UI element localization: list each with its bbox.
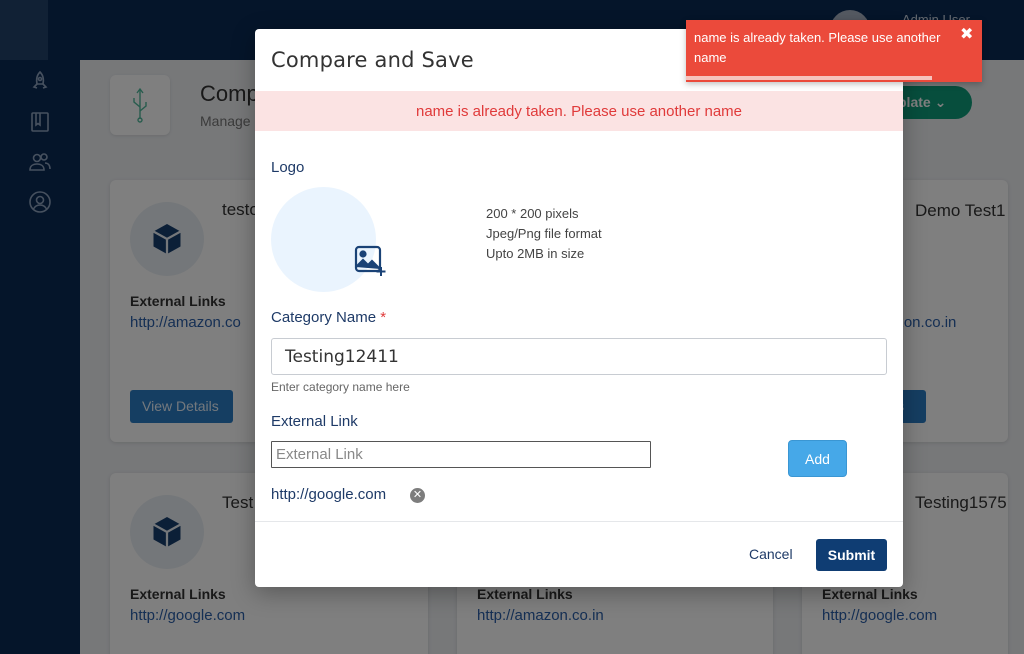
footer-divider xyxy=(255,521,903,522)
external-link-label: External Link xyxy=(271,413,358,430)
logo-spec-size: Upto 2MB in size xyxy=(486,246,585,261)
cancel-button[interactable]: Cancel xyxy=(749,546,793,562)
logo-label: Logo xyxy=(271,159,305,176)
logo-spec-format: Jpeg/Png file format xyxy=(486,226,602,241)
add-link-button[interactable]: Add xyxy=(788,440,847,477)
toast-progress-bar xyxy=(686,76,932,80)
category-name-label: Category Name * xyxy=(271,309,387,326)
add-image-icon[interactable] xyxy=(354,245,388,277)
error-toast: name is already taken. Please use anothe… xyxy=(686,20,982,82)
error-alert: name is already taken. Please use anothe… xyxy=(255,91,903,131)
logo-spec-dimensions: 200 * 200 pixels xyxy=(486,206,579,221)
remove-link-icon[interactable]: ✕ xyxy=(410,488,425,503)
submit-button[interactable]: Submit xyxy=(816,539,887,571)
close-icon[interactable]: ✖ xyxy=(960,24,973,44)
logo-requirements: 200 * 200 pixels Jpeg/Png file format Up… xyxy=(486,204,602,264)
category-name-input[interactable]: Testing12411 xyxy=(271,338,887,375)
toast-message: name is already taken. Please use anothe… xyxy=(694,30,941,65)
external-link-input[interactable]: External Link xyxy=(271,441,651,468)
added-link[interactable]: http://google.com xyxy=(271,486,386,503)
required-marker: * xyxy=(380,309,387,326)
modal-title: Compare and Save xyxy=(271,48,474,72)
category-name-help: Enter category name here xyxy=(271,380,410,394)
compare-and-save-modal: Compare and Save name is already taken. … xyxy=(255,29,903,587)
